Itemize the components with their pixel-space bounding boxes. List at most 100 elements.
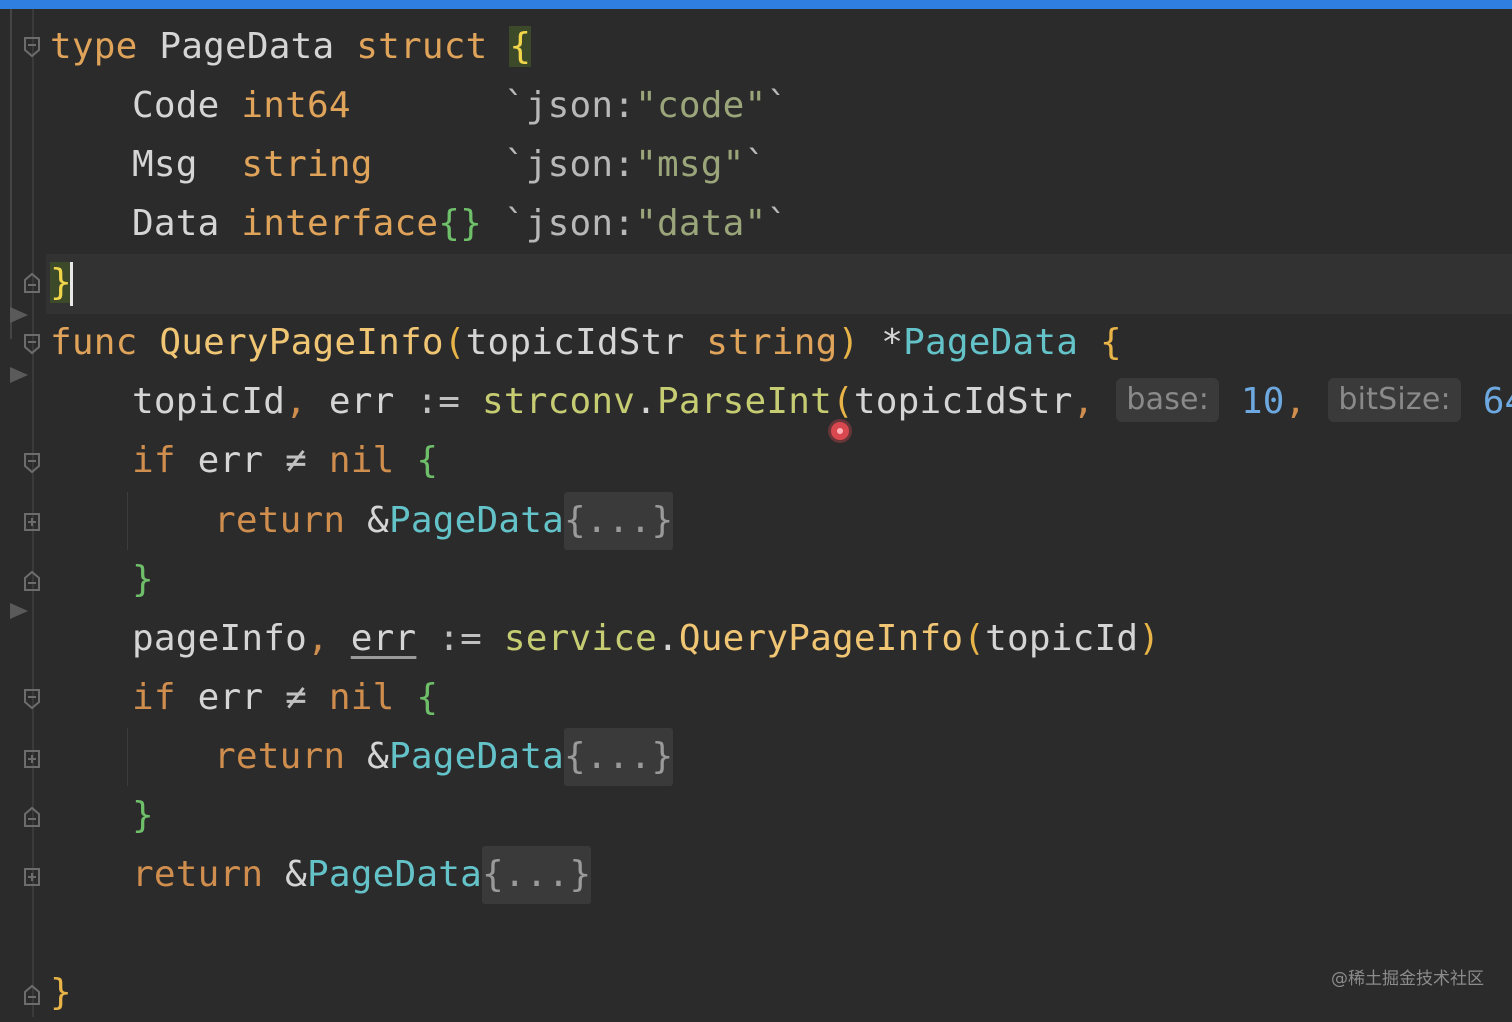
run-arrow-icon[interactable]	[8, 600, 30, 622]
fold-close-icon[interactable]	[22, 984, 42, 1006]
code-line-11[interactable]: pageInfo, err := service.QueryPageInfo(t…	[132, 610, 1160, 668]
arg-name: topicIdStr	[853, 381, 1073, 422]
tag-close: `	[766, 85, 789, 126]
function-name: QueryPageInfo	[159, 322, 444, 363]
comma: ,	[285, 381, 307, 422]
ampersand: &	[285, 854, 307, 895]
fold-close-icon[interactable]	[22, 806, 42, 828]
param-hint-base: base:	[1116, 378, 1219, 422]
tag-open: `json:	[503, 85, 636, 126]
tag-value: "code"	[635, 85, 767, 126]
field-type: string	[241, 144, 373, 185]
code-line-15[interactable]: return &PageData{...}	[132, 846, 592, 904]
code-line-10[interactable]: }	[132, 551, 154, 609]
rparen: )	[837, 322, 860, 363]
field-type: int64	[241, 85, 351, 126]
keyword-return: return	[214, 500, 346, 541]
watermark: @稀土掘金技术社区	[1331, 969, 1484, 989]
keyword-if: if	[132, 440, 176, 481]
dot: .	[635, 381, 657, 422]
fold-open-icon[interactable]	[22, 36, 42, 58]
return-type: PageData	[903, 322, 1079, 363]
run-arrow-icon[interactable]	[8, 364, 30, 386]
field-type: interface	[241, 203, 439, 244]
type-name: PageData	[389, 736, 564, 777]
var-name: topicId	[132, 381, 286, 422]
number-literal: 10	[1240, 381, 1285, 422]
folded-block[interactable]: {...}	[564, 492, 674, 550]
call-name: QueryPageInfo	[678, 618, 964, 659]
tag-close: `	[744, 144, 767, 185]
indent-guide	[127, 492, 128, 550]
ampersand: &	[367, 500, 389, 541]
code-line-2[interactable]: Code int64 `json:"code"`	[132, 77, 788, 135]
code-line-12[interactable]: if err ≠ nil {	[132, 669, 438, 727]
interface-braces: {}	[438, 203, 482, 244]
fold-open-icon[interactable]	[22, 452, 42, 474]
package-name: service	[503, 618, 657, 659]
tag-open: `json:	[503, 144, 636, 185]
fold-open-icon[interactable]	[22, 333, 42, 355]
not-equal-operator: ≠	[285, 677, 307, 718]
code-line-14[interactable]: }	[132, 787, 154, 845]
lparen: (	[832, 381, 854, 422]
keyword-struct: struct	[356, 26, 488, 67]
fold-expand-icon[interactable]	[22, 748, 42, 770]
comma: ,	[307, 618, 329, 659]
code-line-17[interactable]: }	[50, 964, 72, 1022]
ampersand: &	[367, 736, 389, 777]
var-name: err	[197, 677, 264, 718]
comma: ,	[1284, 381, 1307, 422]
open-brace: {	[509, 26, 532, 67]
keyword-func: func	[50, 322, 138, 363]
code-line-1[interactable]: type PageData struct {	[50, 18, 532, 76]
param-type: string	[706, 322, 838, 363]
code-line-7[interactable]: topicId, err := strconv.ParseInt(topicId…	[132, 373, 1512, 431]
rparen: )	[1138, 618, 1161, 659]
comma: ,	[1072, 381, 1095, 422]
lparen: (	[443, 322, 466, 363]
error-marker-icon[interactable]	[831, 422, 849, 440]
code-line-6[interactable]: func QueryPageInfo(topicIdStr string) *P…	[50, 314, 1122, 372]
fold-expand-icon[interactable]	[22, 511, 42, 533]
tag-open: `json:	[503, 203, 636, 244]
field-name: Code	[132, 85, 220, 126]
close-brace: }	[50, 262, 72, 303]
var-name: err	[328, 381, 395, 422]
keyword-return: return	[214, 736, 346, 777]
indent-guide	[127, 728, 128, 786]
close-brace: }	[132, 795, 154, 836]
nil-literal: nil	[328, 677, 395, 718]
package-name: strconv	[482, 381, 636, 422]
window-top-accent-bar	[0, 0, 1512, 9]
type-name: PageData	[307, 854, 482, 895]
tag-value: "data"	[635, 203, 767, 244]
keyword-type: type	[50, 26, 138, 67]
code-line-8[interactable]: if err ≠ nil {	[132, 432, 438, 490]
param-name: topicIdStr	[465, 322, 685, 363]
type-name: PageData	[389, 500, 564, 541]
keyword-return: return	[132, 854, 264, 895]
folded-block[interactable]: {...}	[564, 728, 674, 786]
code-line-5[interactable]: }	[50, 254, 72, 312]
var-name: err	[350, 618, 417, 659]
dot: .	[657, 618, 679, 659]
code-line-13[interactable]: return &PageData{...}	[214, 728, 674, 786]
number-literal: 64	[1482, 381, 1512, 422]
code-line-3[interactable]: Msg string `json:"msg"`	[132, 136, 766, 194]
fold-expand-icon[interactable]	[22, 866, 42, 888]
field-name: Msg	[132, 144, 198, 185]
nil-literal: nil	[328, 440, 395, 481]
keyword-if: if	[132, 677, 176, 718]
code-line-9[interactable]: return &PageData{...}	[214, 492, 674, 550]
arg-name: topicId	[985, 618, 1139, 659]
call-name: ParseInt	[657, 381, 832, 422]
field-name: Data	[132, 203, 220, 244]
fold-open-icon[interactable]	[22, 688, 42, 710]
gutter-left-guide	[10, 9, 12, 339]
code-line-4[interactable]: Data interface{} `json:"data"`	[132, 195, 788, 253]
fold-close-icon[interactable]	[22, 272, 42, 294]
fold-close-icon[interactable]	[22, 570, 42, 592]
run-arrow-icon[interactable]	[8, 304, 30, 326]
folded-block[interactable]: {...}	[482, 846, 592, 904]
